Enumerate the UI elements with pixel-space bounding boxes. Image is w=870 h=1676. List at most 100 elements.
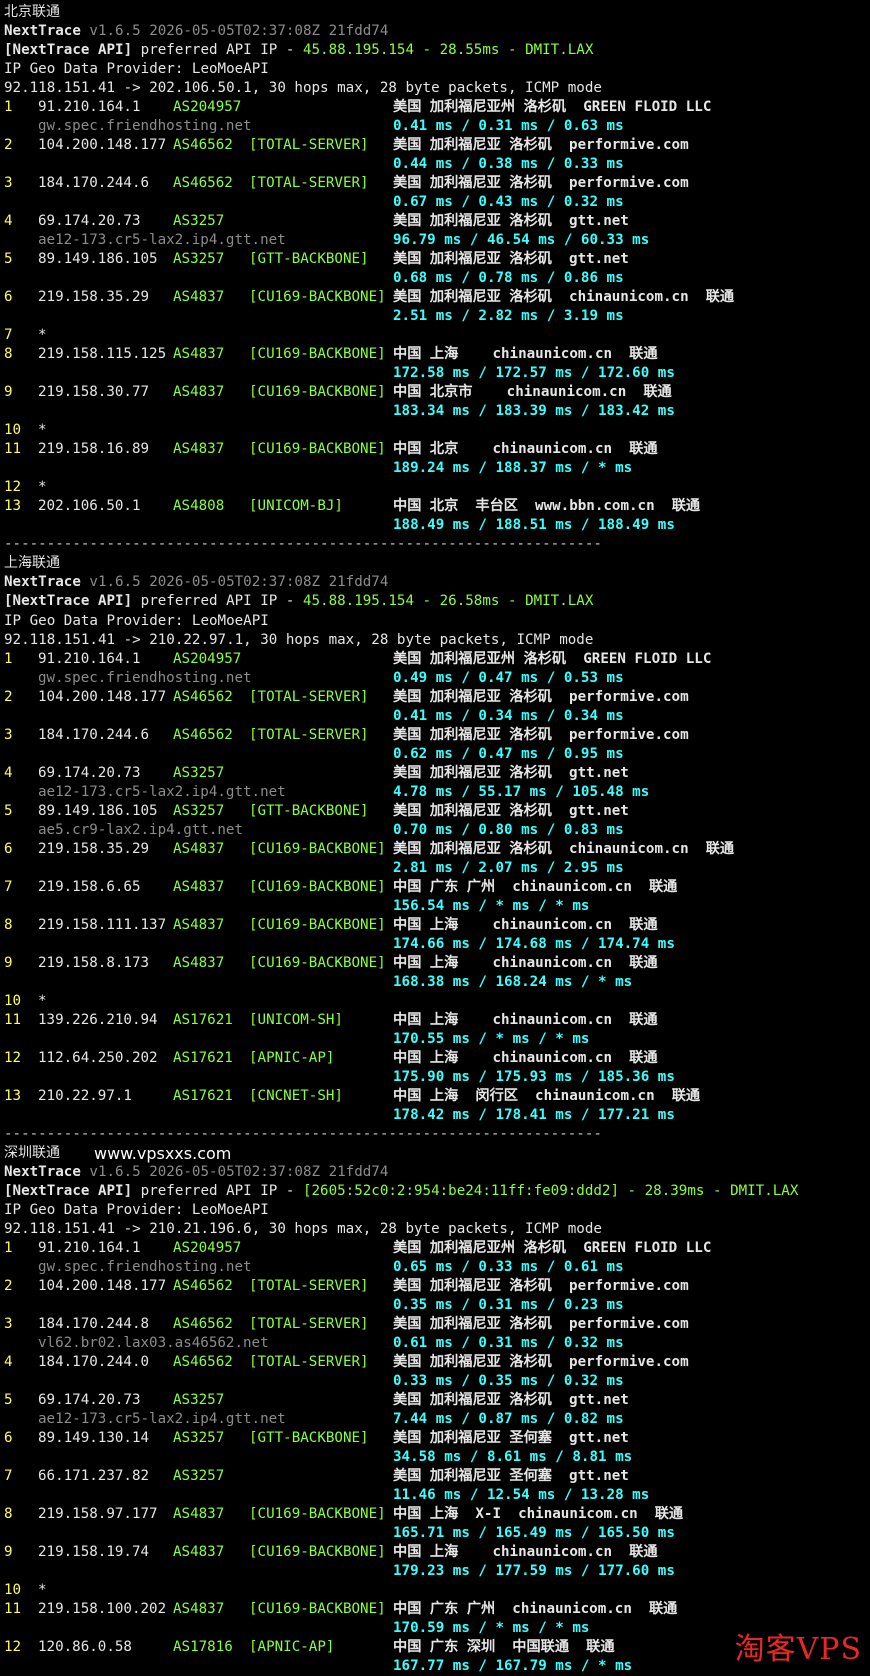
trace-line: 92.118.151.41 -> 210.22.97.1, 30 hops ma…	[4, 631, 870, 650]
hop-detail-row: 0.67 ms / 0.43 ms / 0.32 ms	[4, 193, 870, 212]
hop-org: chinaunicom.cn 联通	[495, 1601, 678, 1618]
hop-tag: [CU169-BACKBONE]	[249, 916, 386, 933]
hop-number: 8	[4, 346, 13, 363]
hop-ip: 112.64.250.202	[38, 1049, 158, 1066]
punctuation: -	[414, 42, 440, 59]
api-node: DMIT.LAX	[730, 1182, 799, 1199]
hop-row: 9 219.158.30.77 AS4837 [CU169-BACKBONE] 中国 北…	[4, 383, 870, 402]
hop-row: 2 104.200.148.177 AS46562 [TOTAL-SERVER] 美国 …	[4, 688, 870, 707]
hop-org: performive.com	[551, 1278, 689, 1295]
hop-detail-row: ae12-173.cr5-lax2.ip4.gtt.net 4.78 ms / 5…	[4, 783, 870, 802]
hop-asn: AS4837	[173, 878, 225, 895]
separator-line: ----------------------------------------…	[4, 536, 602, 553]
hop-number: 7	[4, 327, 13, 344]
hop-org: chinaunicom.cn 联通	[501, 1506, 684, 1523]
hop-geo: 中国 北京 丰台区 www.bbn.com.cn 联通	[393, 498, 701, 515]
hop-rtt: 156.54 ms / * ms / * ms	[393, 897, 590, 914]
api-node: DMIT.LAX	[525, 42, 594, 59]
hop-ip: 219.158.19.74	[38, 1544, 150, 1561]
hop-org: performive.com	[551, 137, 689, 154]
hop-row: 12 *	[4, 478, 870, 497]
hop-ip: 219.158.30.77	[38, 384, 150, 401]
hop-rtt: 11.46 ms / 12.54 ms / 13.28 ms	[393, 1487, 650, 1504]
hop-detail-row: gw.spec.friendhosting.net 0.41 ms / 0.31 …	[4, 117, 870, 136]
version-info: v1.6.5 2026-05-05T02:37:08Z 21fdd74	[89, 574, 389, 591]
hop-tag: [CU169-BACKBONE]	[249, 840, 386, 857]
hop-geo: 美国 加利福尼亚 洛杉矶 chinaunicom.cn 联通	[393, 289, 735, 306]
hop-tag: [APNIC-AP]	[249, 1049, 335, 1066]
hop-number: 13	[4, 498, 22, 515]
hop-row: 5 69.174.20.73 AS3257 美国 加利福尼亚 洛杉矶 gtt.net	[4, 1391, 870, 1410]
hop-rtt: 178.42 ms / 178.41 ms / 177.21 ms	[393, 1106, 675, 1123]
hop-geo: 中国 上海 chinaunicom.cn 联通	[393, 1049, 658, 1066]
hop-tag: [CNCNET-SH]	[249, 1087, 343, 1104]
hop-number: 4	[4, 764, 13, 781]
hop-asn: AS4837	[173, 1506, 225, 1523]
hop-asn: AS4837	[173, 1601, 225, 1618]
hop-tag: [CU169-BACKBONE]	[249, 1601, 386, 1618]
hop-tag: [TOTAL-SERVER]	[249, 1278, 369, 1295]
hop-tag: [TOTAL-SERVER]	[249, 137, 369, 154]
hop-ip: 69.174.20.73	[38, 1392, 141, 1409]
hop-tag: [TOTAL-SERVER]	[249, 175, 369, 192]
hop-tag: [TOTAL-SERVER]	[249, 726, 369, 743]
block-title: 北京联通	[4, 4, 60, 20]
hop-number: 9	[4, 954, 13, 971]
hop-row: 5 89.149.186.105 AS3257 [GTT-BACKBONE] 美国 加利…	[4, 802, 870, 821]
hop-geo: 美国 加利福尼亚 洛杉矶 performive.com	[393, 1316, 689, 1333]
hop-org: chinaunicom.cn 联通	[458, 346, 658, 363]
hop-rtt: 2.51 ms / 2.82 ms / 3.19 ms	[393, 308, 624, 325]
hop-detail-row: 188.49 ms / 188.51 ms / 188.49 ms	[4, 516, 870, 535]
hop-row: 11 219.158.16.89 AS4837 [CU169-BACKBONE] 中国 …	[4, 440, 870, 459]
geo-provider: IP Geo Data Provider: LeoMoeAPI	[4, 612, 269, 629]
hop-number: 9	[4, 384, 13, 401]
api-latency: 28.55ms	[439, 42, 500, 59]
hop-detail-row: ae12-173.cr5-lax2.ip4.gtt.net 96.79 ms / …	[4, 231, 870, 250]
hop-org: www.bbn.com.cn 联通	[517, 498, 701, 515]
hop-row: 2 104.200.148.177 AS46562 [TOTAL-SERVER] 美国 …	[4, 1277, 870, 1296]
hop-asn: AS204957	[173, 99, 242, 116]
hop-number: 10	[4, 1582, 22, 1599]
api-ip: 45.88.195.154	[302, 593, 415, 610]
hop-hostname: gw.spec.friendhosting.net	[38, 118, 252, 135]
hop-asn: AS46562	[173, 1316, 233, 1333]
hop-detail-row: 189.24 ms / 188.37 ms / * ms	[4, 459, 870, 478]
hop-ip: 104.200.148.177	[38, 1278, 167, 1295]
hop-asn: AS46562	[173, 1354, 233, 1371]
punctuation: -	[414, 593, 440, 610]
hop-detail-row: ae5.cr9-lax2.ip4.gtt.net 0.70 ms / 0.80 m…	[4, 821, 870, 840]
hop-rtt: 179.23 ms / 177.59 ms / 177.60 ms	[393, 1563, 675, 1580]
hop-row: 8 219.158.111.137 AS4837 [CU169-BACKBONE] 中国…	[4, 916, 870, 935]
hop-number: 1	[4, 650, 13, 667]
hop-row: 9 219.158.19.74 AS4837 [CU169-BACKBONE] 中国 上…	[4, 1543, 870, 1562]
hop-ip: 91.210.164.1	[38, 1240, 141, 1257]
hop-number: 11	[4, 1011, 22, 1028]
hop-geo: 中国 广东 深圳 中国联通 联通	[393, 1639, 615, 1656]
block-header: 北京联通	[4, 3, 870, 22]
app-name: NextTrace	[4, 574, 81, 591]
api-line: [NextTrace API] preferred API IP - [2605…	[4, 1182, 870, 1201]
hop-detail-row: gw.spec.friendhosting.net 0.49 ms / 0.47 …	[4, 669, 870, 688]
hop-geo: 中国 上海 chinaunicom.cn 联通	[393, 954, 658, 971]
hop-number: 12	[4, 1049, 22, 1066]
hop-ip: 184.170.244.8	[38, 1316, 150, 1333]
hop-row: 11 139.226.210.94 AS17621 [UNICOM-SH] 中国 上海 …	[4, 1011, 870, 1030]
hop-org: chinaunicom.cn 联通	[458, 1049, 658, 1066]
hop-geo: 美国 加利福尼亚 洛杉矶 performive.com	[393, 726, 689, 743]
hop-geo: 美国 加利福尼亚州 洛杉矶 GREEN FLOID LLC	[393, 1240, 712, 1257]
hop-row: 11 219.158.100.202 AS4837 [CU169-BACKBONE] 中…	[4, 1600, 870, 1619]
hop-ip: 219.158.8.173	[38, 954, 150, 971]
hop-detail-row: 0.41 ms / 0.34 ms / 0.34 ms	[4, 707, 870, 726]
hop-number: 9	[4, 1544, 13, 1561]
hop-detail-row: 170.55 ms / * ms / * ms	[4, 1030, 870, 1049]
hop-number: 2	[4, 1278, 13, 1295]
hop-detail-row: 168.38 ms / 168.24 ms / * ms	[4, 973, 870, 992]
terminal-output: 北京联通 NextTrace v1.6.5 2026-05-05T02:37:08…	[4, 3, 870, 1676]
api-ip: [2605:52c0:2:954:be24:11ff:fe09:ddd2]	[302, 1182, 620, 1199]
hop-number: 5	[4, 802, 13, 819]
hop-row: 6 219.158.35.29 AS4837 [CU169-BACKBONE] 美国 加…	[4, 840, 870, 859]
trace-info: 92.118.151.41 -> 210.21.196.6, 30 hops m…	[4, 1221, 602, 1237]
hop-ip: 120.86.0.58	[38, 1639, 132, 1656]
hop-row: 2 104.200.148.177 AS46562 [TOTAL-SERVER] 美国 …	[4, 136, 870, 155]
hop-org: 中国联通 联通	[495, 1639, 615, 1656]
